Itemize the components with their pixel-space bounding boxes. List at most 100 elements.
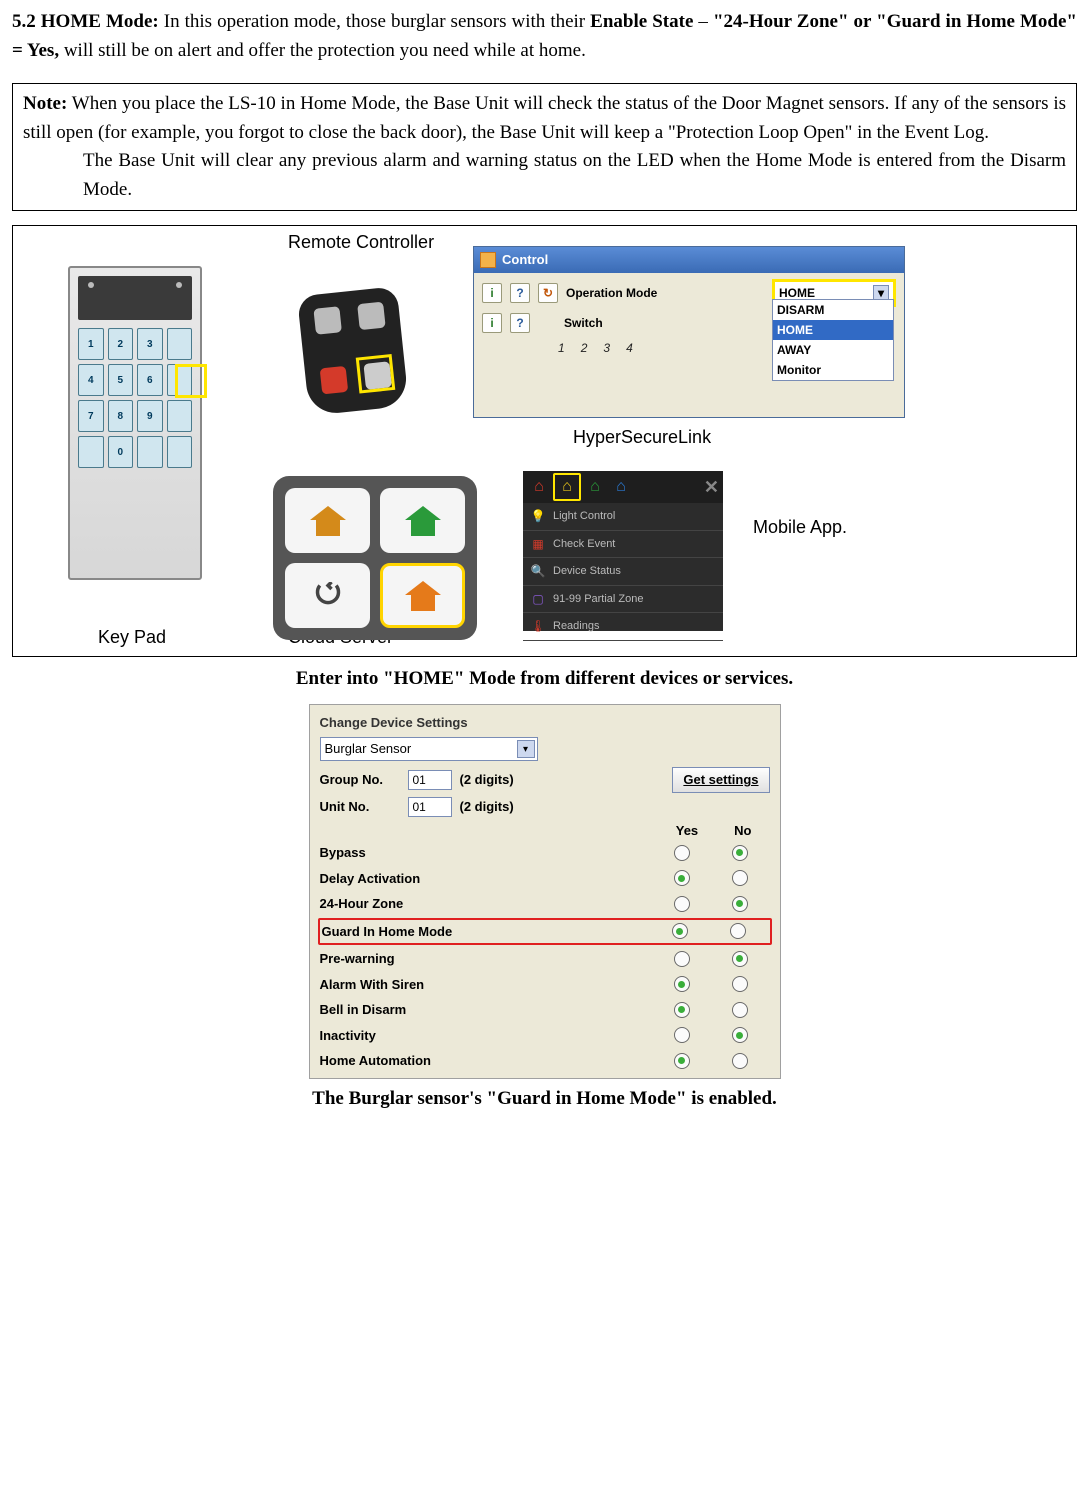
dropdown-option[interactable]: DISARM — [773, 300, 893, 320]
keypad-key[interactable]: 6 — [137, 364, 163, 396]
radio-no[interactable] — [732, 1027, 748, 1043]
keypad-key[interactable]: 3 — [137, 328, 163, 360]
radio-yes[interactable] — [672, 923, 688, 939]
label-remote: Remote Controller — [288, 232, 434, 254]
radio-no[interactable] — [732, 951, 748, 967]
device-type-select[interactable]: Burglar Sensor ▾ — [320, 737, 538, 761]
note-p1: When you place the LS-10 in Home Mode, t… — [23, 93, 1066, 143]
radio-yes[interactable] — [674, 1027, 690, 1043]
keypad-key[interactable] — [167, 328, 193, 360]
radio-no[interactable] — [732, 896, 748, 912]
dash: – — [693, 11, 713, 32]
refresh-icon[interactable]: ↻ — [538, 283, 558, 303]
keypad-key[interactable]: 5 — [108, 364, 134, 396]
dropdown-option[interactable]: HOME — [773, 320, 893, 340]
remote-controller — [283, 281, 413, 451]
mobile-mode-home[interactable]: ⌂ — [553, 473, 581, 501]
radio-yes[interactable] — [674, 1053, 690, 1069]
keypad-key[interactable] — [167, 436, 193, 468]
keypad-key[interactable]: 2 — [108, 328, 134, 360]
dropdown-option[interactable]: Monitor — [773, 360, 893, 380]
keypad-key[interactable] — [167, 400, 193, 432]
figure2-caption: The Burglar sensor's "Guard in Home Mode… — [12, 1085, 1077, 1114]
setting-row: Delay Activation — [320, 866, 770, 892]
operation-mode-dropdown[interactable]: DISARMHOMEAWAYMonitor — [772, 299, 894, 381]
radio-yes[interactable] — [674, 845, 690, 861]
radio-yes[interactable] — [674, 870, 690, 886]
mobile-mode-monitor[interactable]: ⌂ — [609, 475, 633, 499]
chevron-down-icon: ▾ — [517, 740, 535, 758]
keypad-key[interactable]: 8 — [108, 400, 134, 432]
help-icon[interactable]: ? — [510, 283, 530, 303]
menu-item-icon: ▦ — [531, 537, 545, 551]
setting-label: Pre-warning — [320, 949, 674, 969]
mobile-menu-item[interactable]: 🌡Readings — [523, 613, 723, 641]
label-mobile: Mobile App. — [753, 514, 847, 541]
help-icon[interactable]: ? — [510, 313, 530, 333]
radio-yes[interactable] — [674, 951, 690, 967]
radio-yes[interactable] — [674, 896, 690, 912]
keypad-key[interactable]: 1 — [78, 328, 104, 360]
setting-label: Bell in Disarm — [320, 1000, 674, 1020]
remote-fob — [297, 286, 409, 416]
radio-no[interactable] — [732, 1002, 748, 1018]
mobile-menu-item[interactable]: ▦ Check Event — [523, 531, 723, 559]
radio-no[interactable] — [732, 845, 748, 861]
keypad-grid: 123 456 7890 — [78, 328, 192, 468]
setting-row: Bypass — [320, 840, 770, 866]
menu-item-icon: ▢ — [531, 592, 545, 606]
group-no-input[interactable]: 01 — [408, 770, 452, 790]
cloud-tile-away[interactable] — [285, 488, 370, 553]
switch-number: 1 — [558, 339, 565, 357]
get-settings-button[interactable]: Get settings — [672, 767, 769, 793]
hsl-window: Control i ? ↻ Operation Mode HOME ▾ i ? … — [473, 246, 905, 418]
group-digits: (2 digits) — [460, 770, 514, 790]
remote-btn-home[interactable] — [363, 361, 392, 390]
radio-yes[interactable] — [674, 976, 690, 992]
keypad-key[interactable] — [137, 436, 163, 468]
keypad-key[interactable] — [78, 436, 104, 468]
yes-header: Yes — [676, 821, 698, 841]
keypad-key[interactable]: 7 — [78, 400, 104, 432]
info-icon[interactable]: i — [482, 283, 502, 303]
radio-no[interactable] — [732, 1053, 748, 1069]
unit-no-input[interactable]: 01 — [408, 797, 452, 817]
keypad-key[interactable]: 0 — [108, 436, 134, 468]
setting-label: Guard In Home Mode — [322, 922, 672, 942]
mobile-mode-away[interactable]: ⌂ — [527, 475, 551, 499]
keypad-display — [78, 276, 192, 320]
close-icon[interactable]: ✕ — [704, 474, 719, 501]
keypad-device: 123 456 7890 — [68, 266, 202, 580]
mobile-menu-item[interactable]: 🔍Device Status — [523, 558, 723, 586]
info-icon[interactable]: i — [482, 313, 502, 333]
radio-no[interactable] — [732, 976, 748, 992]
cloud-tile-disarm[interactable] — [380, 488, 465, 553]
unit-digits: (2 digits) — [460, 797, 514, 817]
radio-no[interactable] — [732, 870, 748, 886]
setting-row: Home Automation — [320, 1048, 770, 1074]
keypad-key[interactable]: 4 — [78, 364, 104, 396]
remote-btn-disarm[interactable] — [357, 302, 386, 331]
radio-yes[interactable] — [674, 1002, 690, 1018]
mobile-app-panel: ⌂ ⌂ ⌂ ⌂ ✕ 💡Light Control ▦ Check Event 🔍Dev… — [523, 471, 723, 631]
setting-label: Alarm With Siren — [320, 975, 674, 995]
cloud-tile-monitor[interactable] — [285, 563, 370, 628]
section-5-2: 5.2 HOME Mode: In this operation mode, t… — [12, 8, 1077, 65]
mobile-menu-item[interactable]: 💡Light Control — [523, 503, 723, 531]
operation-mode-label: Operation Mode — [566, 284, 764, 302]
cloud-tile-home[interactable] — [380, 563, 465, 628]
dropdown-option[interactable]: AWAY — [773, 340, 893, 360]
mobile-menu-item[interactable]: ▢91-99 Partial Zone — [523, 586, 723, 614]
radio-no[interactable] — [730, 923, 746, 939]
group-no-label: Group No. — [320, 770, 400, 790]
label-keypad: Key Pad — [98, 624, 166, 651]
mobile-top-bar: ⌂ ⌂ ⌂ ⌂ ✕ — [523, 471, 723, 503]
mobile-mode-disarm[interactable]: ⌂ — [583, 475, 607, 499]
menu-item-label: Readings — [553, 618, 599, 635]
keypad-key[interactable]: 9 — [137, 400, 163, 432]
remote-btn-panic[interactable] — [320, 366, 349, 395]
menu-item-label: Check Event — [553, 536, 615, 553]
intro-text-1: In this operation mode, those burglar se… — [164, 11, 590, 32]
remote-btn-away[interactable] — [313, 306, 342, 335]
keypad-key[interactable] — [167, 364, 193, 396]
